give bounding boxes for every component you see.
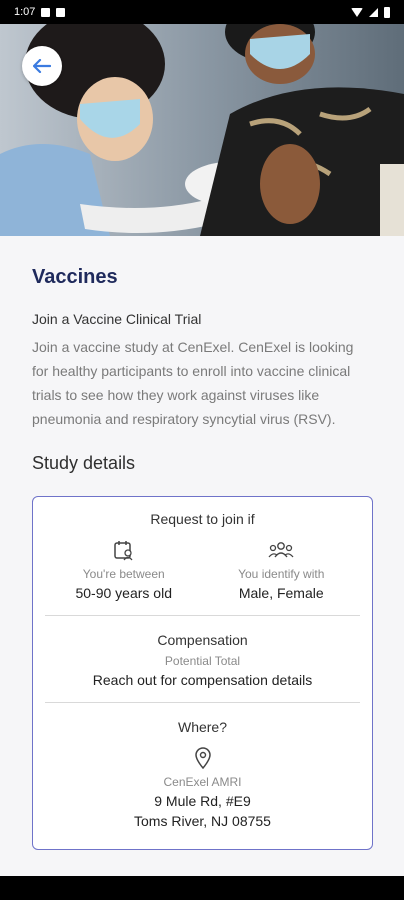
back-button[interactable] [22, 46, 62, 86]
page-title: Vaccines [32, 266, 118, 288]
divider [45, 702, 360, 703]
wifi-icon [351, 7, 363, 17]
where-heading: Where? [177, 719, 228, 735]
group-icon [268, 542, 294, 558]
calendar-person-icon [114, 541, 133, 561]
site-name: CenExel AMRI [163, 775, 242, 789]
age-requirement: You're between 50-90 years old [45, 539, 203, 601]
address-line-1[interactable]: 9 Mule Rd, #E9 [45, 793, 360, 809]
gender-value: Male, Female [238, 585, 324, 601]
status-bar: 1:07 [0, 0, 404, 24]
compensation-value: Reach out for compensation details [92, 672, 313, 688]
signal-icon [369, 7, 378, 17]
requirements-row: You're between 50-90 years old You ident… [45, 539, 360, 601]
study-details-card: Request to join if You're between 50-90 … [32, 496, 373, 850]
study-subtitle: Join a Vaccine Clinical Trial [32, 311, 202, 327]
age-value: 50-90 years old [75, 585, 172, 601]
status-time: 1:07 [14, 6, 36, 18]
compensation-label: Potential Total [164, 654, 241, 668]
compensation-heading: Compensation [157, 632, 248, 648]
study-content: Vaccines Join a Vaccine Clinical Trial J… [0, 236, 404, 850]
gender-requirement: You identify with Male, Female [203, 539, 361, 601]
divider [45, 615, 360, 616]
hero-image [0, 24, 404, 236]
location-pin-icon [194, 747, 211, 769]
vaccination-illustration [0, 24, 404, 236]
battery-icon [384, 6, 390, 18]
arrow-left-icon [33, 59, 51, 73]
navigation-bar [0, 876, 404, 900]
age-label: You're between [82, 567, 165, 581]
notification-icon [41, 7, 51, 17]
request-heading: Request to join if [150, 511, 255, 527]
sim-icon [56, 7, 66, 17]
compensation-section: Compensation Potential Total Reach out f… [45, 632, 360, 688]
location-section: Where? CenExel AMRI 9 Mule Rd, #E9 Toms … [45, 719, 360, 829]
study-description: Join a vaccine study at CenExel. CenExel… [32, 339, 354, 427]
study-details-heading: Study details [32, 453, 136, 473]
gender-label: You identify with [238, 567, 325, 581]
address-line-2[interactable]: Toms River, NJ 08755 [45, 813, 360, 829]
